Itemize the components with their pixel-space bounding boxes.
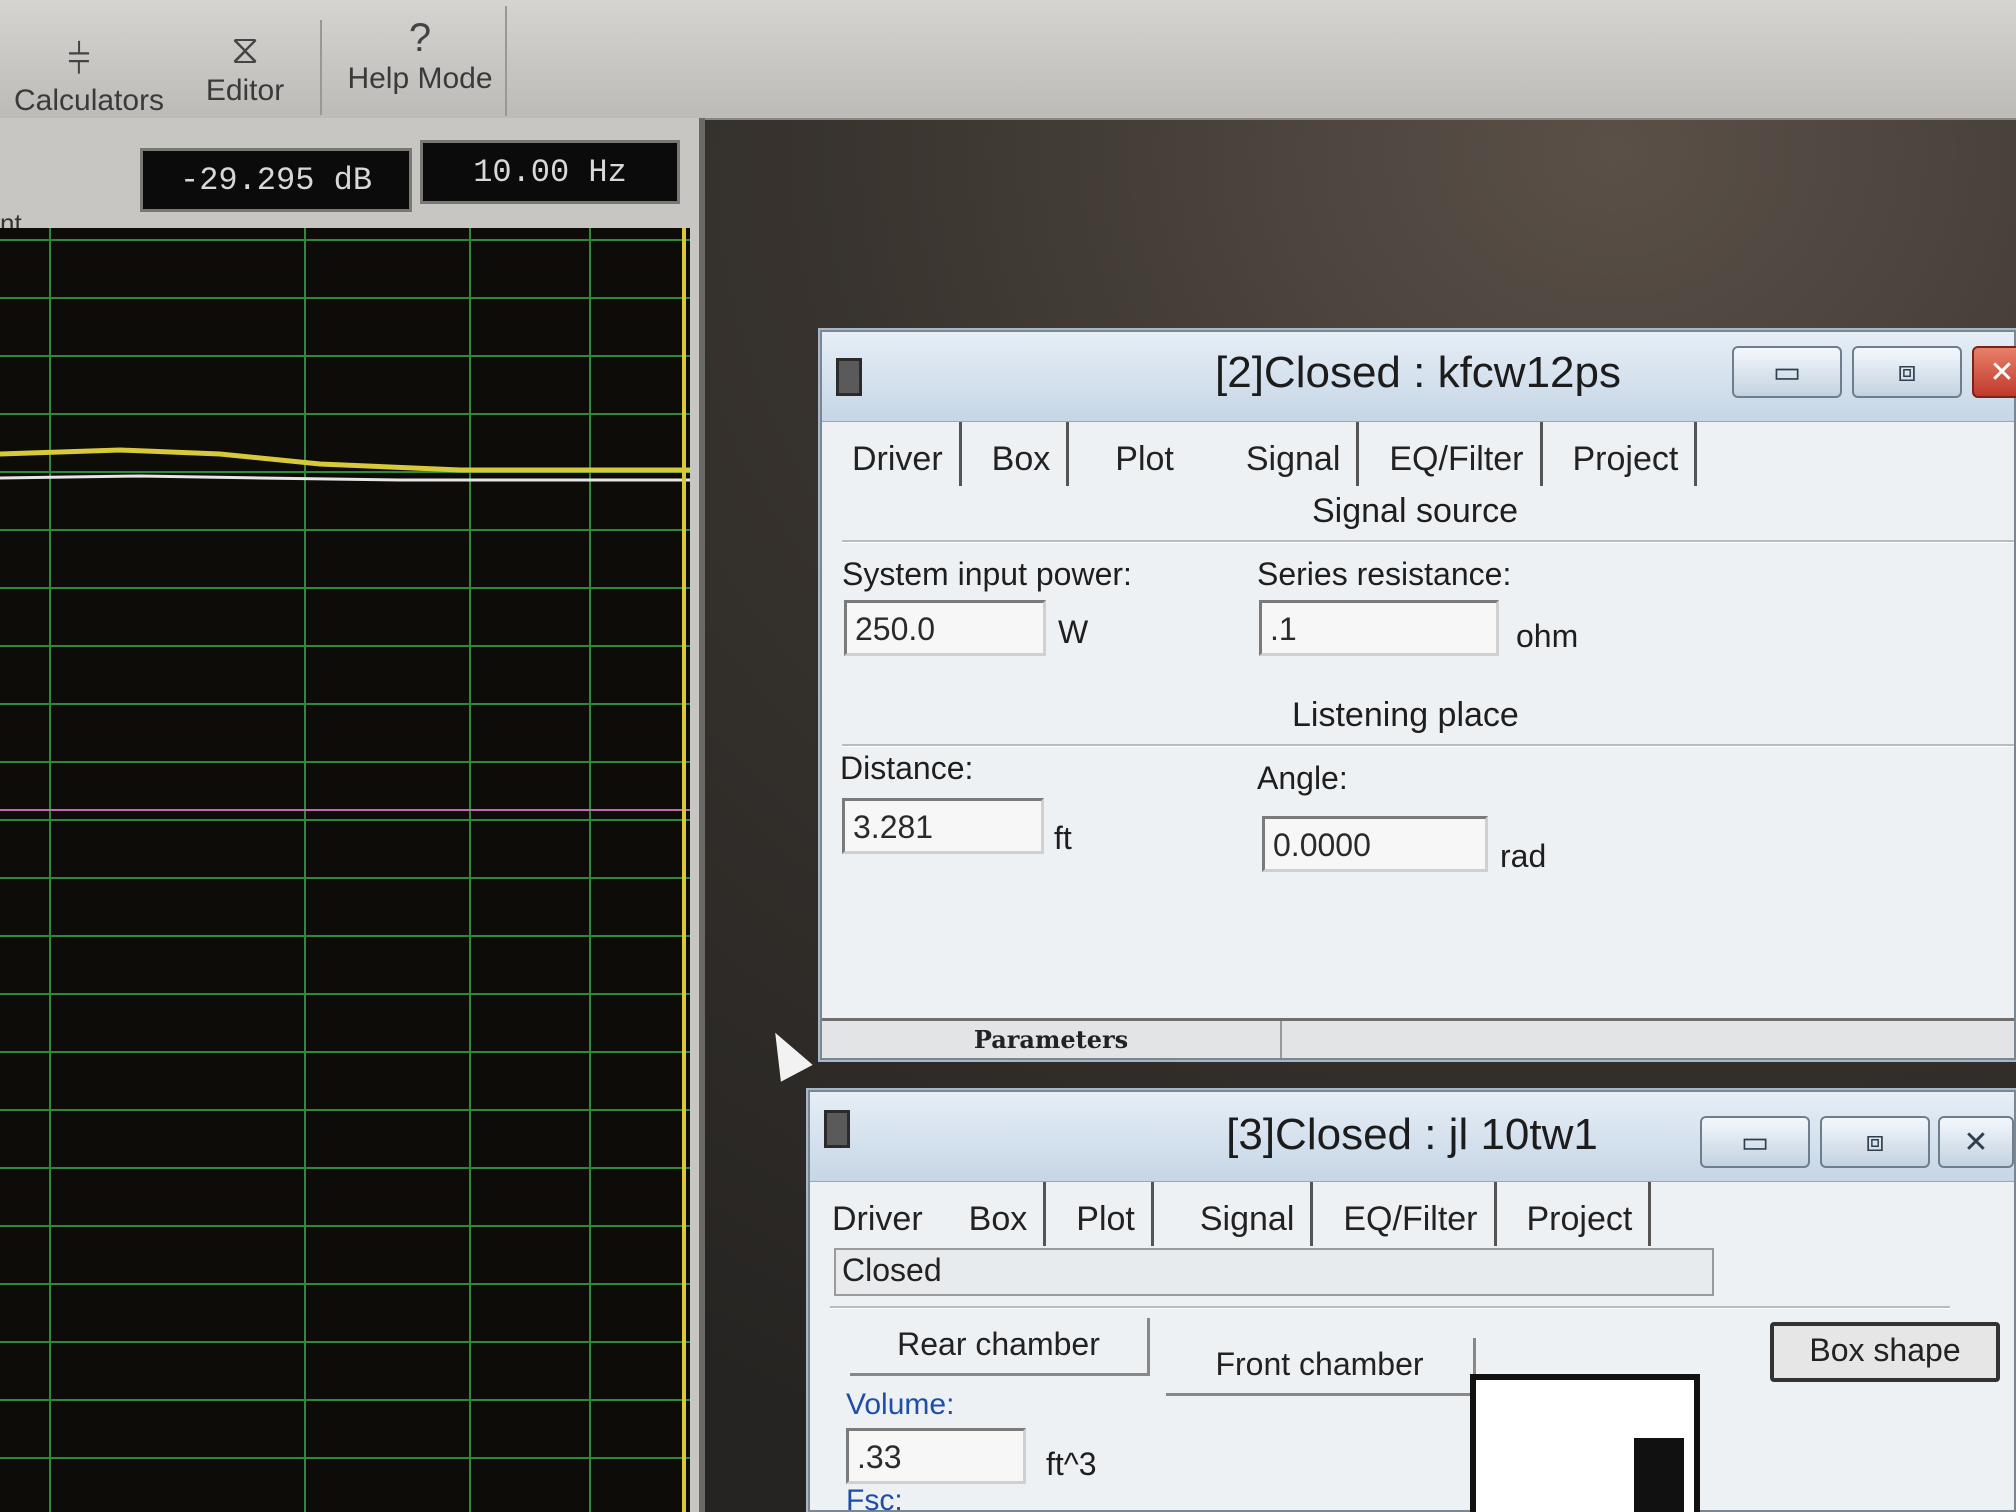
tab-driver[interactable]: Driver [836,422,962,486]
box-window-titlebar[interactable]: [3]Closed : jl 10tw1 ▭ ⧈ ✕ [810,1092,2014,1182]
section-divider [842,540,2014,543]
fsc-label: Fsc: [846,1484,903,1512]
resistance-label: Series resistance: [1257,556,1512,592]
editor-icon: ⧖ [230,28,260,72]
signal-source-heading: Signal source [1312,492,1519,530]
calculators-label: Calculators [14,84,165,117]
section-divider [842,744,2014,747]
volume-input[interactable]: .33 [846,1428,1026,1484]
power-input[interactable]: 250.0 [844,600,1046,656]
close-button[interactable]: ✕ [1938,1116,2014,1168]
main-toolbar: ⫩ Calculators ⧖ Editor ? Help Mode [0,0,2016,120]
power-unit: W [1058,614,1089,650]
section-divider [830,1306,1950,1309]
driver-silhouette-icon [1634,1438,1684,1512]
help-mode-label: Help Mode [347,62,493,95]
tab-project[interactable]: Project [1511,1182,1652,1246]
angle-unit: rad [1500,838,1547,874]
rear-chamber-tab[interactable]: Rear chamber [850,1318,1150,1376]
box-window: [3]Closed : jl 10tw1 ▭ ⧈ ✕ Driver Box Pl… [808,1090,2016,1512]
distance-unit: ft [1054,820,1072,856]
power-label: System input power: [842,556,1132,592]
distance-label: Distance: [840,750,974,786]
angle-input[interactable]: 0.0000 [1262,816,1488,872]
tab-project[interactable]: Project [1557,422,1698,486]
box-type-select[interactable]: Closed [834,1248,1714,1296]
response-trace-white [0,474,690,482]
help-icon: ? [408,16,432,60]
distance-input[interactable]: 3.281 [842,798,1044,854]
listening-place-heading: Listening place [1292,696,1519,734]
editor-button[interactable]: ⧖ Editor [190,26,300,126]
graph-window: nt -29.295 dB 10.00 Hz [0,118,705,1512]
signal-window: [2]Closed : kfcw12ps ▭ ⧈ ✕ Driver Box Pl… [820,330,2016,1060]
tab-plot[interactable]: Plot [1060,1182,1154,1246]
minimize-button[interactable]: ▭ [1700,1116,1810,1168]
box-shape-button[interactable]: Box shape [1770,1322,2000,1382]
frequency-readout: 10.00 Hz [420,140,680,204]
status-parameters: Parameters [822,1021,1282,1058]
resistance-unit: ohm [1516,618,1579,654]
plot-grid [0,228,690,1512]
signal-window-titlebar[interactable]: [2]Closed : kfcw12ps ▭ ⧈ ✕ [822,332,2016,422]
toolbar-separator [505,6,507,116]
response-plot[interactable] [0,228,690,1512]
box-preview-image [1470,1374,1700,1512]
minimize-button[interactable]: ▭ [1732,346,1842,398]
tab-driver[interactable]: Driver [816,1182,939,1246]
signal-window-tabs: Driver Box Plot Signal EQ/Filter Project [836,422,1711,492]
maximize-button[interactable]: ⧈ [1852,346,1962,398]
calculator-icon: ⫩ [67,38,91,82]
status-bar: Parameters [822,1018,2014,1058]
help-mode-button[interactable]: ? Help Mode [345,14,495,114]
angle-label: Angle: [1257,760,1348,796]
close-button[interactable]: ✕ [1972,346,2016,398]
tab-plot[interactable]: Plot [1099,422,1190,486]
tab-signal[interactable]: Signal [1184,1182,1314,1246]
volume-label: Volume: [846,1388,955,1421]
resistance-input[interactable]: .1 [1259,600,1499,656]
tab-box[interactable]: Box [976,422,1070,486]
response-trace-yellow [0,447,690,473]
front-chamber-tab[interactable]: Front chamber [1166,1338,1476,1396]
tab-eq-filter[interactable]: EQ/Filter [1373,422,1543,486]
box-window-tabs: Driver Box Plot Signal EQ/Filter Project [816,1182,1665,1252]
toolbar-separator [320,20,322,115]
tab-box[interactable]: Box [952,1182,1047,1246]
tab-signal[interactable]: Signal [1229,422,1360,486]
editor-label: Editor [205,74,285,107]
level-readout: -29.295 dB [140,148,412,212]
maximize-button[interactable]: ⧈ [1820,1116,1930,1168]
volume-unit: ft^3 [1046,1446,1097,1482]
tab-eq-filter[interactable]: EQ/Filter [1327,1182,1497,1246]
